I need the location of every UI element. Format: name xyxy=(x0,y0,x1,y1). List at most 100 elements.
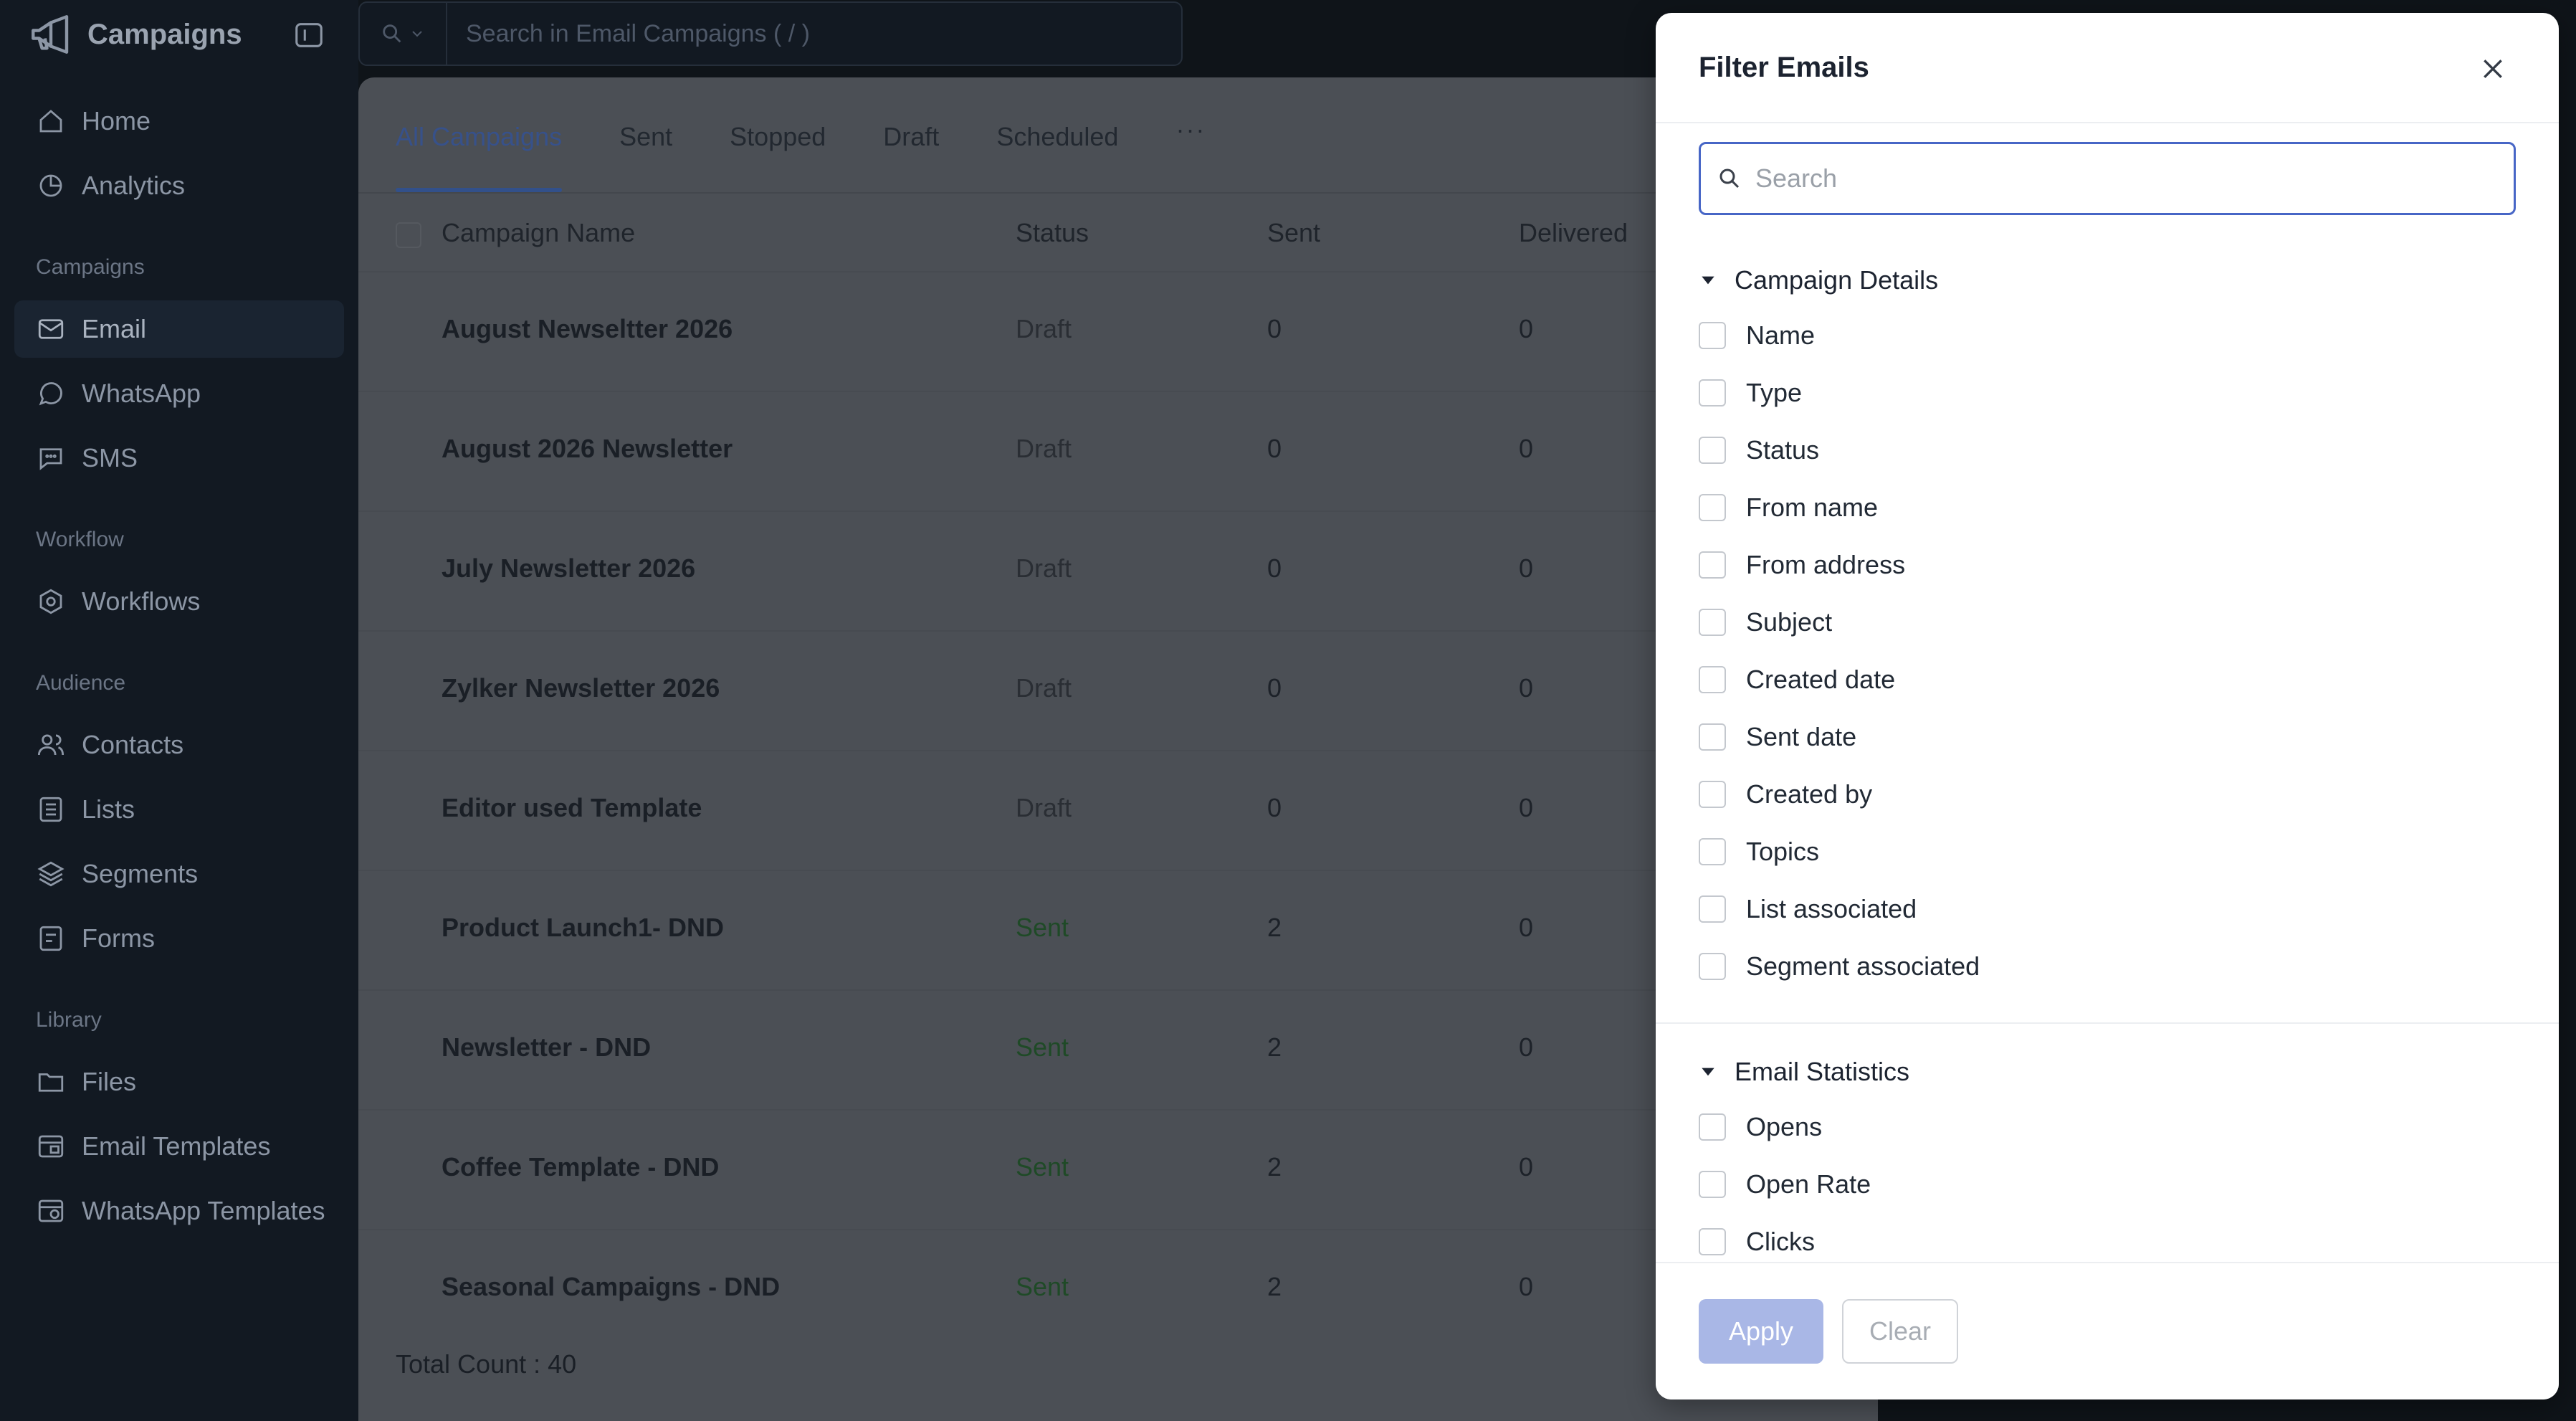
list-icon xyxy=(39,797,62,822)
option-label: Opens xyxy=(1746,1112,1823,1141)
tab-stopped[interactable]: Stopped xyxy=(730,115,826,192)
option-checkbox[interactable] xyxy=(1699,379,1726,407)
tabs-more-icon[interactable]: ··· xyxy=(1175,115,1206,192)
option-checkbox[interactable] xyxy=(1699,666,1726,693)
table-row[interactable]: Seasonal Campaigns - DND Sent 2 0 xyxy=(358,1229,1878,1348)
option-checkbox[interactable] xyxy=(1699,494,1726,521)
filter-option[interactable]: Topics xyxy=(1699,836,1819,868)
table-row[interactable]: August 2026 Newsletter Draft 0 0 xyxy=(358,391,1878,510)
nav-section-campaigns: Campaigns xyxy=(36,255,145,279)
delivered-count-cell: 0 xyxy=(1519,793,1534,822)
filter-search-input[interactable] xyxy=(1755,163,2472,194)
filter-option[interactable]: From address xyxy=(1699,549,1905,581)
sidebar-item-email-templates[interactable]: Email Templates xyxy=(14,1118,344,1175)
option-checkbox[interactable] xyxy=(1699,322,1726,349)
sidebar-item-sms[interactable]: SMS xyxy=(14,429,344,487)
sidebar-item-whatsapp-templates[interactable]: WhatsApp Templates xyxy=(14,1182,344,1240)
campaign-name-cell[interactable]: Coffee Template - DND xyxy=(442,1152,719,1182)
filter-option[interactable]: Open Rate xyxy=(1699,1169,1871,1200)
campaign-name-cell[interactable]: Product Launch1- DND xyxy=(442,913,724,943)
filter-search-field[interactable] xyxy=(1699,142,2516,215)
tab-sent[interactable]: Sent xyxy=(619,115,672,192)
folder-icon xyxy=(38,1073,64,1092)
option-checkbox[interactable] xyxy=(1699,609,1726,636)
option-checkbox[interactable] xyxy=(1699,723,1726,751)
sidebar-item-workflows[interactable]: Workflows xyxy=(14,573,344,630)
filter-option[interactable]: Created by xyxy=(1699,779,1872,810)
filter-option[interactable]: Subject xyxy=(1699,607,1832,638)
table-row[interactable]: Zylker Newsletter 2026 Draft 0 0 xyxy=(358,630,1878,749)
option-checkbox[interactable] xyxy=(1699,1171,1726,1198)
filter-option[interactable]: List associated xyxy=(1699,893,1917,925)
option-checkbox[interactable] xyxy=(1699,437,1726,464)
option-checkbox[interactable] xyxy=(1699,895,1726,923)
clear-button[interactable]: Clear xyxy=(1842,1299,1958,1364)
campaign-name-cell[interactable]: August Newseltter 2026 xyxy=(442,314,733,344)
sidebar-collapse-icon[interactable] xyxy=(292,19,325,52)
status-cell: Draft xyxy=(1016,553,1072,583)
filter-option[interactable]: Segment associated xyxy=(1699,951,1980,982)
campaign-name-cell[interactable]: Zylker Newsletter 2026 xyxy=(442,673,720,703)
nav-section-audience: Audience xyxy=(36,671,126,695)
status-cell: Sent xyxy=(1016,913,1069,942)
section-divider xyxy=(1656,1022,2559,1024)
campaign-name-cell[interactable]: Seasonal Campaigns - DND xyxy=(442,1272,780,1302)
sms-icon xyxy=(39,448,62,470)
section-email-statistics[interactable]: Email Statistics xyxy=(1699,1057,1909,1087)
table-row[interactable]: August Newseltter 2026 Draft 0 0 xyxy=(358,271,1878,390)
sidebar-item-home[interactable]: Home xyxy=(14,92,344,150)
filter-option[interactable]: Type xyxy=(1699,377,1802,409)
table-row[interactable]: Coffee Template - DND Sent 2 0 xyxy=(358,1109,1878,1228)
option-label: Type xyxy=(1746,378,1803,407)
table-row[interactable]: Editor used Template Draft 0 0 xyxy=(358,750,1878,869)
table-row[interactable]: July Newsletter 2026 Draft 0 0 xyxy=(358,510,1878,629)
caret-down-icon xyxy=(1702,1068,1714,1076)
filter-option[interactable]: Sent date xyxy=(1699,721,1856,753)
column-sent[interactable]: Sent xyxy=(1267,218,1320,248)
sidebar-item-email[interactable]: Email xyxy=(14,300,344,358)
sidebar-item-whatsapp[interactable]: WhatsApp xyxy=(14,365,344,422)
form-icon xyxy=(39,926,62,951)
campaign-name-cell[interactable]: Editor used Template xyxy=(442,793,702,823)
option-checkbox[interactable] xyxy=(1699,1228,1726,1255)
filter-option[interactable]: Opens xyxy=(1699,1111,1822,1143)
apply-button[interactable]: Apply xyxy=(1699,1299,1823,1364)
column-campaign-name[interactable]: Campaign Name xyxy=(442,218,635,248)
column-delivered[interactable]: Delivered xyxy=(1519,218,1628,248)
option-checkbox[interactable] xyxy=(1699,838,1726,865)
table-row[interactable]: Newsletter - DND Sent 2 0 xyxy=(358,989,1878,1108)
tab-draft[interactable]: Draft xyxy=(883,115,939,192)
sidebar-item-files[interactable]: Files xyxy=(14,1053,344,1111)
option-checkbox[interactable] xyxy=(1699,551,1726,579)
campaign-name-cell[interactable]: July Newsletter 2026 xyxy=(442,553,695,584)
section-campaign-details[interactable]: Campaign Details xyxy=(1699,265,1938,295)
campaign-name-cell[interactable]: Newsletter - DND xyxy=(442,1032,651,1063)
search-scope-dropdown[interactable] xyxy=(360,3,447,65)
sidebar-item-contacts[interactable]: Contacts xyxy=(14,716,344,774)
filter-option[interactable]: Name xyxy=(1699,320,1815,351)
sidebar-item-analytics[interactable]: Analytics xyxy=(14,157,344,214)
sidebar-item-lists[interactable]: Lists xyxy=(14,781,344,838)
global-search[interactable]: Search in Email Campaigns ( / ) xyxy=(358,1,1183,66)
tab-scheduled[interactable]: Scheduled xyxy=(996,115,1118,192)
option-checkbox[interactable] xyxy=(1699,953,1726,980)
column-status[interactable]: Status xyxy=(1016,218,1089,248)
select-all-checkbox[interactable] xyxy=(396,222,421,248)
filter-option[interactable]: Status xyxy=(1699,434,1819,466)
table-row[interactable]: Product Launch1- DND Sent 2 0 xyxy=(358,870,1878,989)
option-checkbox[interactable] xyxy=(1699,1113,1726,1141)
option-checkbox[interactable] xyxy=(1699,781,1726,808)
sidebar-item-segments[interactable]: Segments xyxy=(14,845,344,903)
app-brand[interactable]: Campaigns xyxy=(27,10,242,59)
campaign-name-cell[interactable]: August 2026 Newsletter xyxy=(442,434,733,464)
workflow-icon xyxy=(39,589,62,614)
filter-option[interactable]: Clicks xyxy=(1699,1226,1815,1258)
close-icon[interactable] xyxy=(2479,54,2507,83)
filter-option[interactable]: Created date xyxy=(1699,664,1895,695)
tab-all-campaigns[interactable]: All Campaigns xyxy=(396,115,563,192)
chevron-down-icon xyxy=(412,31,422,37)
sidebar-item-forms[interactable]: Forms xyxy=(14,910,344,967)
filter-option[interactable]: From name xyxy=(1699,492,1878,523)
option-label: Topics xyxy=(1746,837,1820,866)
sidebar: Campaigns Home Analytics Campaigns Email… xyxy=(0,0,358,1421)
